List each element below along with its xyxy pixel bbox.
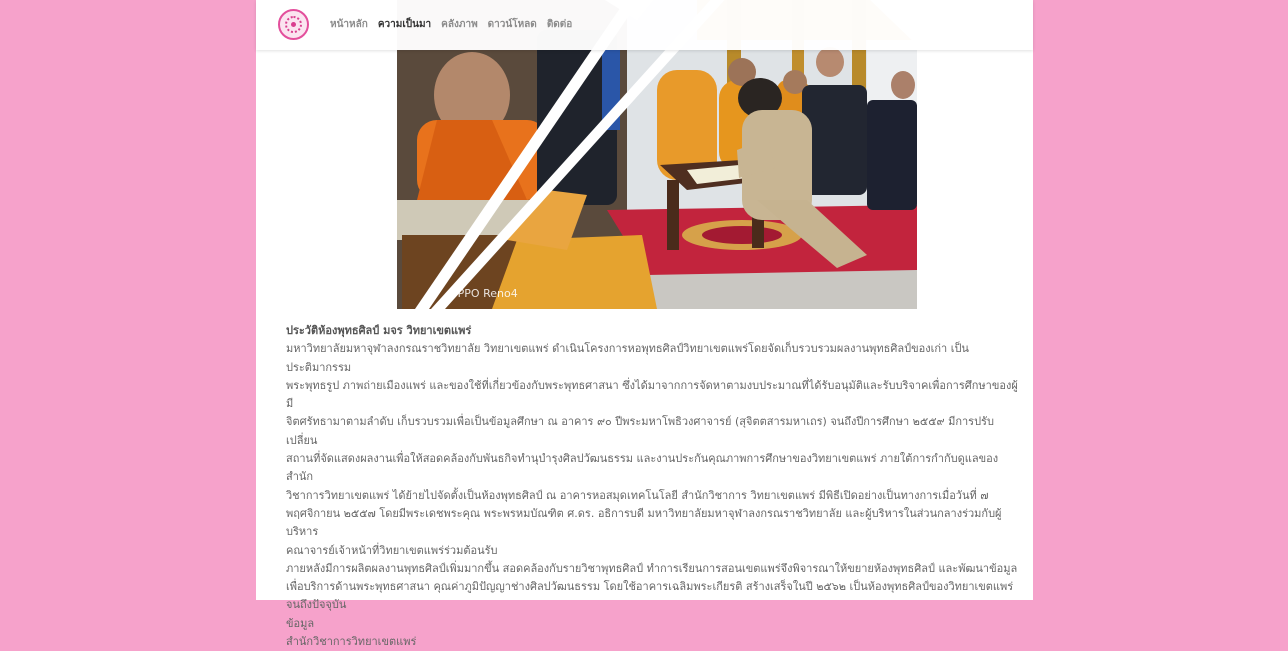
main-menu: หน้าหลัก ความเป็นมา คลังภาพ ดาวน์โหลด ติ… — [330, 17, 582, 32]
article-line: มหาวิทยาลัยมหาจุฬาลงกรณราชวิทยาลัย วิทยา… — [286, 342, 969, 374]
top-navbar: หน้าหลัก ความเป็นมา คลังภาพ ดาวน์โหลด ติ… — [256, 0, 1033, 50]
article-title: ประวัติห้องพุทธศิลป์ มจร วิทยาเขตแพร่ — [286, 324, 472, 337]
menu-item-gallery[interactable]: คลังภาพ — [441, 17, 478, 32]
article-source-label: ข้อมูล — [286, 616, 315, 630]
menu-item-download[interactable]: ดาวน์โหลด — [488, 17, 537, 32]
article-line: คณาจารย์เจ้าหน้าที่วิทยาเขตแพร่ร่วมต้อนร… — [286, 543, 498, 557]
article-source-value: สำนักวิชาการวิทยาเขตแพร่ — [286, 635, 417, 649]
article-line: จิตศรัทธามาตามลำดับ เก็บรวบรวมเพื่อเป็นข… — [286, 415, 994, 447]
photo-watermark: OPPO Reno4 — [449, 287, 518, 300]
page-container: หน้าหลัก ความเป็นมา คลังภาพ ดาวน์โหลด ติ… — [256, 0, 1033, 648]
article-line: ภายหลังมีการผลิตผลงานพุทธศิลป์เพิ่มมากขึ… — [286, 561, 1018, 575]
article-line: สถานที่จัดแสดงผลงานเพื่อให้สอดคล้องกับพั… — [286, 452, 999, 484]
menu-item-history[interactable]: ความเป็นมา — [378, 17, 431, 32]
article-line: จนถึงปัจจุบัน — [286, 598, 347, 612]
site-logo[interactable] — [278, 9, 309, 40]
article-line: วิชาการวิทยาเขตแพร่ ได้ย้ายไปจัดตั้งเป็น… — [286, 488, 989, 502]
article-line: พระพุทธรูป ภาพถ่ายเมืองแพร่ และของใช้ที่… — [286, 378, 1018, 411]
menu-item-home[interactable]: หน้าหลัก — [330, 17, 368, 32]
logo-center-icon — [291, 22, 296, 27]
menu-item-contact[interactable]: ติดต่อ — [547, 17, 573, 32]
article-content: ประวัติห้องพุทธศิลป์ มจร วิทยาเขตแพร่ มห… — [286, 322, 1024, 651]
article-line: พฤศจิกายน ๒๕๕๗ โดยมีพระเดชพระคุณ พระพรหม… — [286, 506, 1002, 539]
article-line: เพื่อบริการด้านพระพุทธศาสนา คุณค่าภูมิปั… — [286, 580, 1014, 594]
